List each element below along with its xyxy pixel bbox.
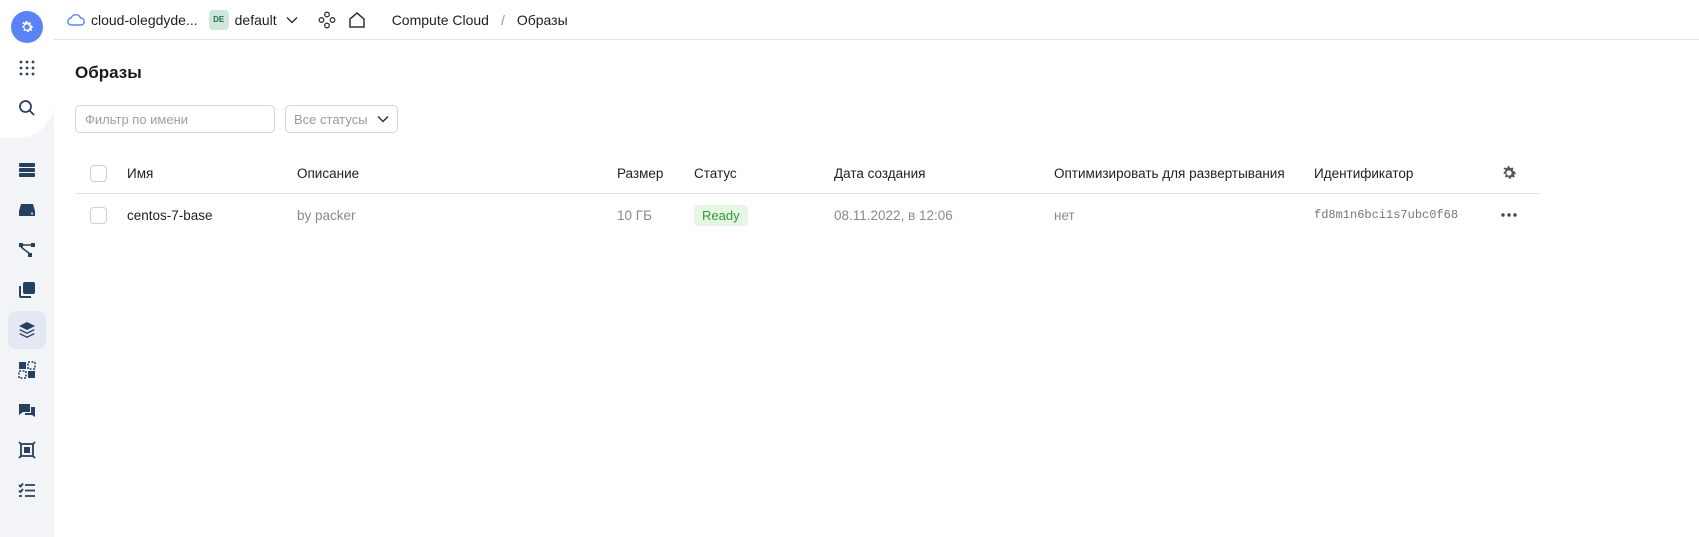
placement-icon[interactable]	[8, 351, 46, 389]
breadcrumb-service[interactable]: Compute Cloud	[392, 12, 489, 28]
cloud-name[interactable]: cloud-olegdyde...	[91, 12, 198, 28]
status-filter-value: Все статусы	[294, 111, 368, 127]
images-icon[interactable]	[8, 311, 46, 349]
servers-icon[interactable]	[8, 151, 46, 189]
dedicated-hosts-icon[interactable]	[8, 431, 46, 469]
column-settings-icon[interactable]	[1500, 152, 1518, 194]
chevron-down-icon	[377, 115, 389, 123]
cloud-icon	[67, 13, 85, 26]
folder-badge: DE	[208, 9, 229, 30]
services-grid-icon[interactable]	[8, 49, 46, 87]
column-header-optimize[interactable]: Оптимизировать для развертывания	[1054, 152, 1285, 194]
disks-icon[interactable]	[8, 191, 46, 229]
image-created: 08.11.2022, в 12:06	[834, 207, 953, 223]
column-header-status[interactable]: Статус	[694, 152, 737, 194]
cloud-selector[interactable]: cloud-olegdyde...	[67, 12, 198, 28]
search-icon[interactable]	[8, 89, 46, 127]
home-icon[interactable]	[348, 11, 366, 29]
status-filter-select[interactable]: Все статусы	[285, 105, 398, 133]
folder-selector[interactable]: DE default	[198, 9, 298, 30]
column-header-size[interactable]: Размер	[617, 152, 663, 194]
folder-name[interactable]: default	[235, 12, 277, 28]
status-badge: Ready	[694, 204, 748, 226]
row-actions-icon[interactable]	[1500, 194, 1518, 236]
service-map-icon[interactable]	[318, 11, 336, 29]
chevron-down-icon[interactable]	[286, 16, 298, 24]
image-description: by packer	[297, 207, 356, 223]
network-icon[interactable]	[8, 231, 46, 269]
left-rail	[0, 0, 54, 537]
breadcrumb-separator: /	[500, 11, 505, 28]
table-header: Имя Описание Размер Статус Дата создания…	[75, 152, 1540, 194]
image-id: fd8m1n6bci1s7ubc0f68	[1314, 208, 1459, 222]
column-header-name[interactable]: Имя	[127, 152, 153, 194]
snapshots-icon[interactable]	[8, 271, 46, 309]
image-size: 10 ГБ	[617, 207, 652, 223]
column-header-created[interactable]: Дата создания	[834, 152, 926, 194]
images-table: Имя Описание Размер Статус Дата создания…	[75, 152, 1540, 236]
image-optimize: нет	[1054, 207, 1075, 223]
select-all-checkbox[interactable]	[90, 164, 107, 182]
column-header-id[interactable]: Идентификатор	[1314, 152, 1413, 194]
logo-gear-icon[interactable]	[11, 11, 43, 43]
row-checkbox[interactable]	[90, 206, 107, 224]
operations-icon[interactable]	[8, 471, 46, 509]
column-header-description[interactable]: Описание	[297, 152, 359, 194]
image-name[interactable]: centos-7-base	[127, 194, 213, 236]
name-filter-input[interactable]	[75, 105, 275, 133]
top-header: cloud-olegdyde... DE default Compute Clo…	[54, 0, 1699, 40]
breadcrumb-current: Образы	[516, 11, 568, 28]
page-title: Образы	[75, 63, 142, 82]
instance-groups-icon[interactable]	[8, 391, 46, 429]
table-row[interactable]: centos-7-base by packer 10 ГБ Ready 08.1…	[75, 194, 1540, 236]
